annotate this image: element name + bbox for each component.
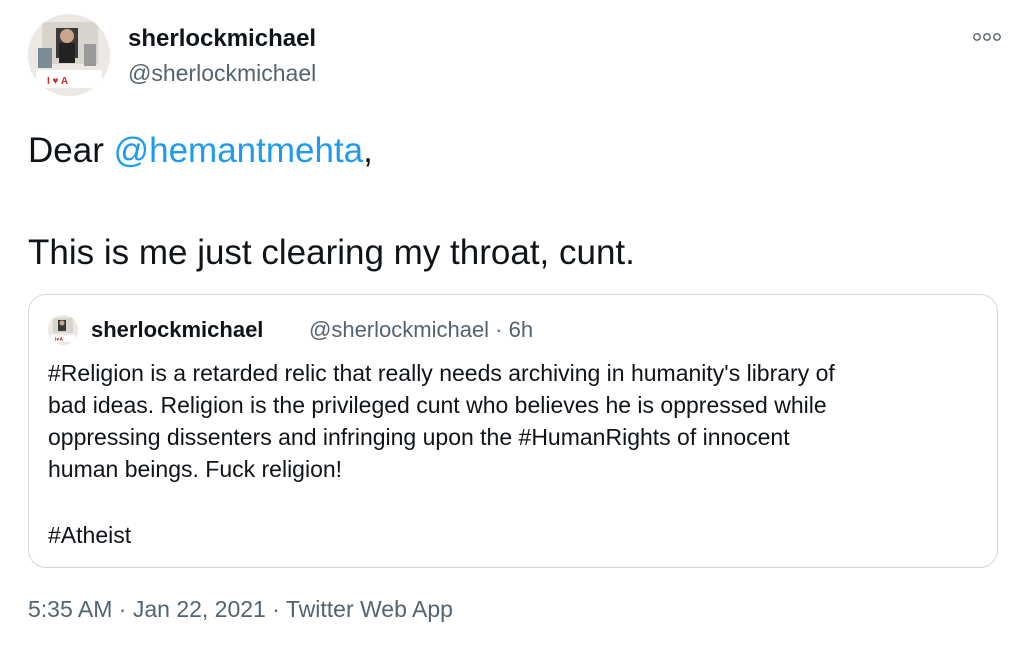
greeting-suffix: ,	[363, 131, 373, 170]
tweet-footer: 5:35 AM · Jan 22, 2021 · Twitter Web App	[28, 594, 453, 624]
quoted-line: bad ideas. Religion is the privileged cu…	[48, 392, 827, 418]
tweet-time[interactable]: 5:35 AM	[28, 596, 112, 622]
quoted-tweet-card[interactable]: I♥A sherlockmichael @sherlockmichael · 6…	[28, 294, 998, 568]
author-names: sherlockmichael @sherlockmichael	[128, 24, 316, 88]
author-handle[interactable]: @sherlockmichael	[128, 58, 316, 88]
tweet-line-2: This is me just clearing my throat, cunt…	[28, 233, 635, 272]
tweet-date[interactable]: Jan 22, 2021	[133, 596, 266, 622]
profile-photo-icon: I♥A	[48, 315, 78, 345]
author-avatar[interactable]: I ♥ A	[28, 14, 110, 96]
separator: ·	[265, 596, 286, 622]
more-options-icon[interactable]	[972, 30, 1002, 42]
mention-link[interactable]: @hemantmehta	[114, 131, 364, 170]
profile-photo-icon: I ♥ A	[28, 14, 110, 96]
quoted-line: #Religion is a retarded relic that reall…	[48, 360, 835, 386]
tweet-source[interactable]: Twitter Web App	[286, 596, 453, 622]
svg-text:I♥A: I♥A	[55, 337, 63, 343]
quoted-line: oppressing dissenters and infringing upo…	[48, 424, 790, 450]
tweet-line-1: Dear @hemantmehta,	[28, 126, 988, 176]
quoted-hashtag-line: #Atheist	[48, 522, 132, 548]
quoted-author-avatar[interactable]: I♥A	[48, 315, 78, 345]
author-display-name[interactable]: sherlockmichael	[128, 24, 316, 54]
greeting-prefix: Dear	[28, 131, 114, 170]
tweet-header: I ♥ A sherlockmichael @sherlockmichael	[28, 14, 1001, 98]
quoted-author-meta[interactable]: @sherlockmichael · 6h	[309, 317, 533, 343]
quoted-line: human beings. Fuck religion!	[48, 456, 343, 482]
svg-text:I ♥ A: I ♥ A	[47, 76, 68, 87]
quoted-tweet-body: #Religion is a retarded relic that reall…	[48, 357, 983, 551]
tweet-text: Dear @hemantmehta, This is me just clear…	[28, 126, 988, 278]
separator: ·	[112, 596, 133, 622]
quoted-author-name[interactable]: sherlockmichael	[91, 317, 263, 343]
